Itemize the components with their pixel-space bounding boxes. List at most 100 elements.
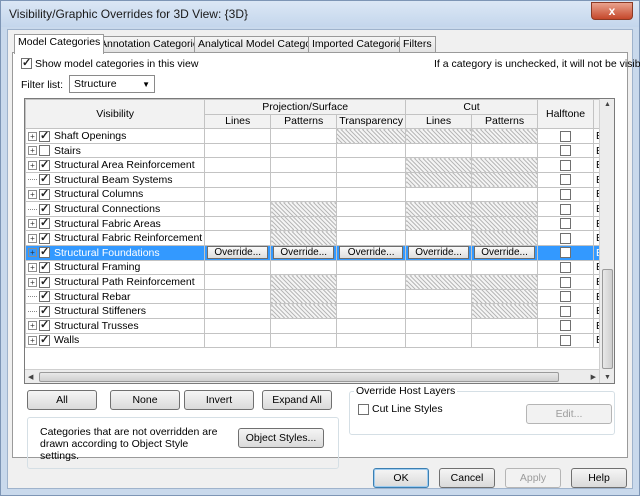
projection-patterns-cell[interactable] <box>270 303 338 319</box>
expand-icon[interactable]: + <box>28 321 37 331</box>
category-cell[interactable]: + Shaft Openings <box>25 128 206 144</box>
category-cell[interactable]: + Structural Fabric Areas <box>25 215 206 232</box>
projection-lines-cell[interactable] <box>204 288 272 305</box>
category-cell[interactable]: + Walls <box>25 332 206 349</box>
projection-patterns-cell[interactable] <box>270 128 338 144</box>
cut-patterns-cell[interactable]: Override... <box>471 244 539 261</box>
category-visibility-checkbox[interactable] <box>39 130 50 142</box>
halftone-cell[interactable] <box>537 230 595 246</box>
close-button[interactable]: x <box>591 2 633 20</box>
projection-lines-cell[interactable] <box>204 259 272 276</box>
cut-lines-cell[interactable] <box>405 171 473 188</box>
tab-annotation-categories[interactable]: Annotation Categories <box>96 36 208 53</box>
cut-lines-cell[interactable] <box>405 303 473 319</box>
ok-button[interactable]: OK <box>373 468 429 488</box>
category-visibility-checkbox[interactable] <box>39 261 50 274</box>
table-row[interactable]: +Structural Area ReinforcementBy <box>25 157 612 173</box>
category-cell[interactable]: Structural Connections <box>25 201 206 217</box>
horizontal-scroll-thumb[interactable] <box>39 372 559 382</box>
header-cut-patterns[interactable]: Patterns <box>471 113 539 130</box>
halftone-cell[interactable] <box>537 201 595 217</box>
table-row[interactable]: Structural StiffenersBy <box>25 303 612 319</box>
projection-patterns-cell[interactable] <box>270 215 338 232</box>
halftone-checkbox[interactable] <box>560 174 572 186</box>
projection-patterns-cell[interactable] <box>270 288 338 305</box>
cut-line-styles-checkbox[interactable] <box>358 404 369 415</box>
show-model-categories-checkbox[interactable] <box>21 56 32 69</box>
vertical-scroll-thumb[interactable] <box>602 269 613 369</box>
projection-lines-cell[interactable] <box>204 215 272 232</box>
category-visibility-checkbox[interactable] <box>39 159 50 171</box>
cut-patterns-cell[interactable] <box>471 157 539 173</box>
halftone-checkbox[interactable] <box>560 145 572 157</box>
table-row[interactable]: +Shaft OpeningsBy <box>25 128 612 144</box>
halftone-cell[interactable] <box>537 244 595 261</box>
halftone-checkbox[interactable] <box>560 247 572 259</box>
cut-lines-cell[interactable] <box>405 201 473 217</box>
projection-lines-cell[interactable] <box>204 201 272 217</box>
expand-icon[interactable]: + <box>28 219 37 229</box>
scroll-right-arrow-icon[interactable]: ▶ <box>591 373 596 381</box>
category-cell[interactable]: + Structural Path Reinforcement <box>25 274 206 290</box>
transparency-cell[interactable] <box>336 171 407 188</box>
category-visibility-checkbox[interactable] <box>39 173 50 186</box>
cut-patterns-cell[interactable] <box>471 332 539 349</box>
expand-all-button[interactable]: Expand All <box>262 390 332 410</box>
table-row[interactable]: Structural Beam SystemsBy <box>25 171 612 188</box>
halftone-checkbox[interactable] <box>560 189 572 201</box>
category-visibility-checkbox[interactable] <box>39 217 50 230</box>
override-button[interactable]: Override... <box>474 246 536 260</box>
projection-patterns-cell[interactable] <box>270 171 338 188</box>
halftone-checkbox[interactable] <box>560 262 572 274</box>
halftone-checkbox[interactable] <box>560 159 572 171</box>
category-cell[interactable]: Structural Beam Systems <box>25 171 206 188</box>
halftone-checkbox[interactable] <box>560 305 572 317</box>
tab-filters[interactable]: Filters <box>399 36 436 53</box>
halftone-cell[interactable] <box>537 259 595 276</box>
projection-lines-cell[interactable] <box>204 303 272 319</box>
halftone-checkbox[interactable] <box>560 130 572 142</box>
cut-patterns-cell[interactable] <box>471 274 539 290</box>
cut-lines-cell[interactable] <box>405 332 473 349</box>
header-transparency[interactable]: Transparency <box>336 113 407 130</box>
projection-lines-cell[interactable] <box>204 317 272 334</box>
cut-lines-cell[interactable] <box>405 259 473 276</box>
category-cell[interactable]: + Structural Columns <box>25 186 206 203</box>
halftone-cell[interactable] <box>537 317 595 334</box>
transparency-cell[interactable] <box>336 332 407 349</box>
halftone-cell[interactable] <box>537 288 595 305</box>
cut-patterns-cell[interactable] <box>471 142 539 159</box>
transparency-cell[interactable] <box>336 259 407 276</box>
projection-patterns-cell[interactable] <box>270 274 338 290</box>
category-visibility-checkbox[interactable] <box>39 276 50 288</box>
cut-patterns-cell[interactable] <box>471 230 539 246</box>
halftone-checkbox[interactable] <box>560 320 572 332</box>
expand-icon[interactable]: + <box>28 233 37 243</box>
projection-lines-cell[interactable]: Override... <box>204 244 272 261</box>
category-cell[interactable]: Structural Rebar <box>25 288 206 305</box>
halftone-cell[interactable] <box>537 332 595 349</box>
cut-lines-cell[interactable] <box>405 288 473 305</box>
halftone-cell[interactable] <box>537 171 595 188</box>
header-projection-patterns[interactable]: Patterns <box>270 113 338 130</box>
halftone-checkbox[interactable] <box>560 203 572 215</box>
table-row[interactable]: +StairsBy <box>25 142 612 159</box>
edit-button[interactable]: Edit... <box>526 404 612 424</box>
table-row[interactable]: +Structural FramingBy <box>25 259 612 276</box>
category-visibility-checkbox[interactable] <box>39 334 50 347</box>
projection-lines-cell[interactable] <box>204 142 272 159</box>
table-row[interactable]: +Structural Path ReinforcementBy <box>25 274 612 290</box>
cut-patterns-cell[interactable] <box>471 171 539 188</box>
projection-patterns-cell[interactable] <box>270 259 338 276</box>
expand-icon[interactable]: + <box>28 160 37 170</box>
halftone-cell[interactable] <box>537 274 595 290</box>
projection-lines-cell[interactable] <box>204 274 272 290</box>
override-button[interactable]: Override... <box>273 246 335 260</box>
table-row[interactable]: +Structural Fabric ReinforcementBy <box>25 230 612 246</box>
halftone-cell[interactable] <box>537 157 595 173</box>
cut-lines-cell[interactable] <box>405 157 473 173</box>
cut-patterns-cell[interactable] <box>471 201 539 217</box>
cut-lines-cell[interactable] <box>405 274 473 290</box>
cut-lines-cell[interactable] <box>405 128 473 144</box>
halftone-cell[interactable] <box>537 128 595 144</box>
